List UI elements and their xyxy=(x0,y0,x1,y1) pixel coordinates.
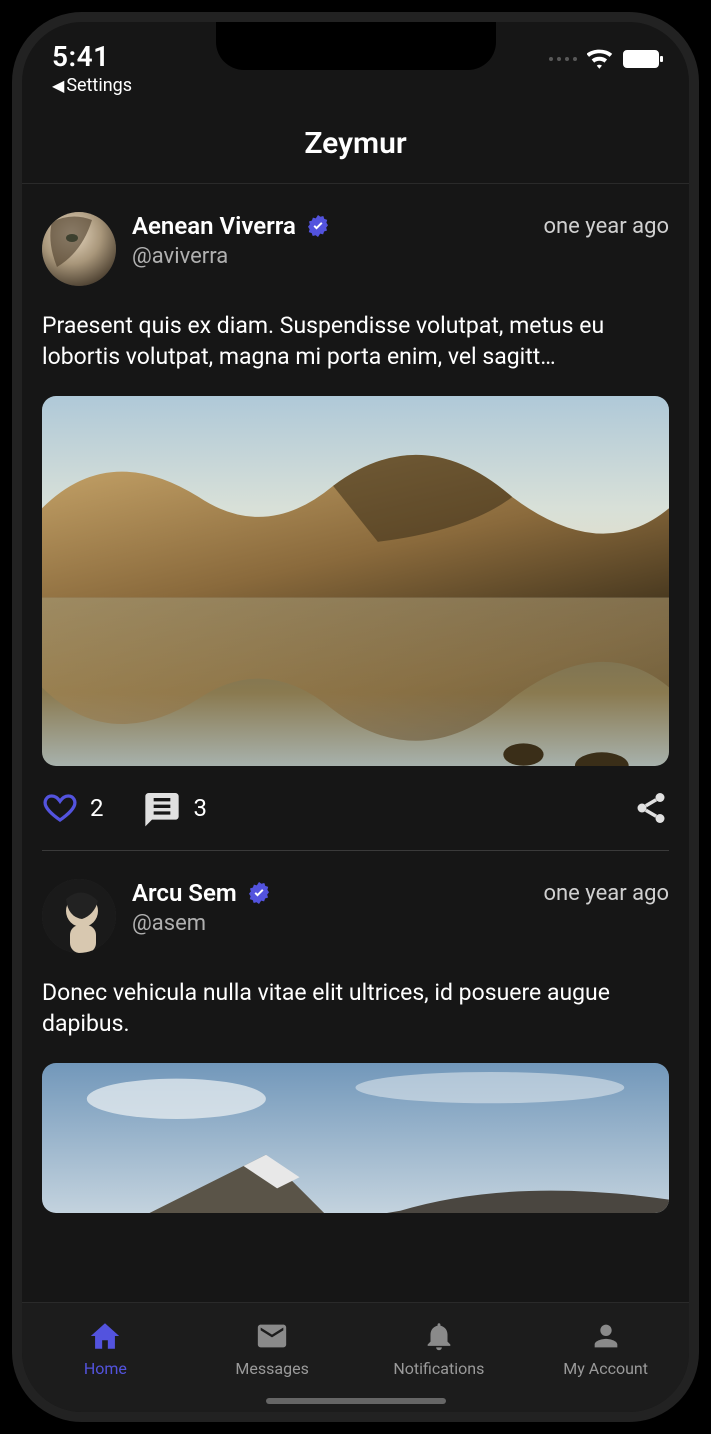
home-icon xyxy=(88,1319,122,1353)
home-indicator[interactable] xyxy=(266,1398,446,1404)
post-timestamp: one year ago xyxy=(543,879,669,906)
avatar[interactable] xyxy=(42,879,116,953)
app-header: Zeymur xyxy=(22,112,689,184)
back-to-settings[interactable]: ◀ Settings xyxy=(52,75,132,96)
tab-label: My Account xyxy=(563,1359,648,1378)
status-time: 5:41 xyxy=(52,40,132,73)
back-arrow-icon: ◀ xyxy=(52,76,64,95)
tab-notifications[interactable]: Notifications xyxy=(356,1303,523,1394)
wifi-icon xyxy=(587,46,613,72)
like-count: 2 xyxy=(90,794,104,822)
post-body[interactable]: Praesent quis ex diam. Suspendisse volut… xyxy=(42,310,669,372)
back-label: Settings xyxy=(66,75,132,96)
person-icon xyxy=(589,1319,623,1353)
share-icon xyxy=(633,790,669,826)
share-button[interactable] xyxy=(633,790,669,826)
author-handle[interactable]: @aviverra xyxy=(132,244,527,269)
tab-account[interactable]: My Account xyxy=(522,1303,689,1394)
tab-label: Notifications xyxy=(393,1359,484,1378)
like-button[interactable]: 2 xyxy=(42,790,104,826)
feed-post: Arcu Sem @asem one year ago Donec vehicu… xyxy=(42,851,669,1213)
cellular-dots-icon xyxy=(549,57,577,61)
device-notch xyxy=(216,22,496,70)
verified-badge-icon xyxy=(306,214,330,238)
author-name[interactable]: Arcu Sem xyxy=(132,879,237,907)
bell-icon xyxy=(422,1319,456,1353)
tab-label: Home xyxy=(84,1359,127,1378)
tab-messages[interactable]: Messages xyxy=(189,1303,356,1394)
feed-post: Aenean Viverra @aviverra one year ago Pr… xyxy=(42,184,669,851)
post-actions: 2 3 xyxy=(42,788,669,828)
comment-count: 3 xyxy=(194,794,208,822)
author-name[interactable]: Aenean Viverra xyxy=(132,212,296,240)
comment-icon xyxy=(142,788,182,828)
heart-icon xyxy=(42,790,78,826)
tab-label: Messages xyxy=(235,1359,308,1378)
post-image[interactable] xyxy=(42,396,669,766)
verified-badge-icon xyxy=(247,881,271,905)
post-timestamp: one year ago xyxy=(543,212,669,239)
avatar[interactable] xyxy=(42,212,116,286)
app-title: Zeymur xyxy=(304,126,406,161)
battery-icon xyxy=(623,50,659,68)
post-image[interactable] xyxy=(42,1063,669,1213)
feed-scroll[interactable]: Aenean Viverra @aviverra one year ago Pr… xyxy=(22,184,689,1296)
tab-bar: Home Messages Notifications My Account xyxy=(22,1302,689,1412)
post-body[interactable]: Donec vehicula nulla vitae elit ultrices… xyxy=(42,977,669,1039)
author-handle[interactable]: @asem xyxy=(132,911,527,936)
tab-home[interactable]: Home xyxy=(22,1303,189,1394)
mail-icon xyxy=(255,1319,289,1353)
comment-button[interactable]: 3 xyxy=(142,788,208,828)
